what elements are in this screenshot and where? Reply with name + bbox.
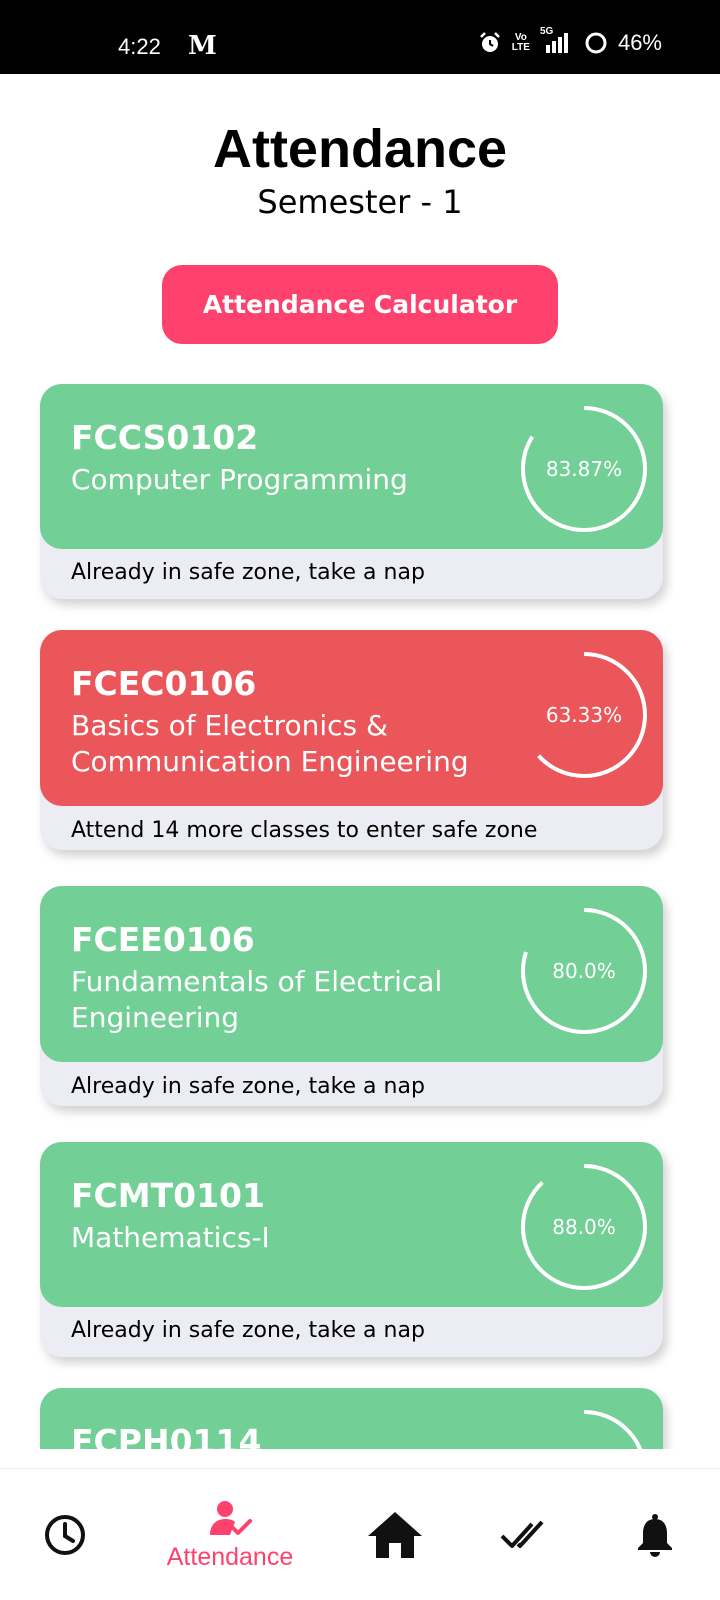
- attendance-percent: 80.0%: [552, 959, 616, 983]
- semester-label: Semester - 1: [257, 183, 463, 221]
- clock-icon: [45, 1515, 85, 1555]
- carrier-m-icon: M: [188, 31, 217, 61]
- battery-ring-icon: [585, 32, 607, 54]
- attendance-calculator-button[interactable]: Attendance Calculator: [162, 265, 558, 344]
- course-card-header: FCPH0114: [40, 1388, 663, 1449]
- volte-icon: Vo LTE: [511, 32, 530, 53]
- nav-notifications[interactable]: [615, 1469, 695, 1600]
- course-card-header: FCMT0101 Mathematics-I 88.0%: [40, 1142, 663, 1307]
- course-name: Mathematics-I: [71, 1221, 270, 1254]
- course-card[interactable]: FCMT0101 Mathematics-I 88.0% Already in …: [40, 1142, 663, 1357]
- course-card-header: FCEC0106 Basics of Electronics & Communi…: [40, 630, 663, 806]
- attendance-progress-ring: 83.87%: [519, 404, 649, 534]
- nav-history[interactable]: [25, 1469, 105, 1600]
- course-code: FCMT0101: [71, 1176, 265, 1215]
- signal-icon: 5G: [540, 27, 574, 55]
- course-name: Computer Programming: [71, 463, 408, 496]
- course-card-header: FCEE0106 Fundamentals of Electrical Engi…: [40, 886, 663, 1062]
- battery-percent: 46%: [617, 30, 662, 55]
- attendance-icon: [210, 1500, 252, 1535]
- double-check-icon: [500, 1520, 544, 1548]
- status-bar: 4:22 M Vo LTE 5G 46%: [0, 0, 720, 74]
- course-code: FCEC0106: [71, 664, 257, 703]
- course-card[interactable]: FCEC0106 Basics of Electronics & Communi…: [40, 630, 663, 850]
- attendance-progress-ring: 88.0%: [519, 1162, 649, 1292]
- course-code: FCPH0114: [71, 1422, 262, 1449]
- nav-marked[interactable]: [485, 1469, 565, 1600]
- nav-home[interactable]: [355, 1469, 435, 1600]
- bell-icon: [638, 1514, 672, 1557]
- zone-message: Already in safe zone, take a nap: [71, 1074, 425, 1099]
- attendance-percent: 88.0%: [552, 1215, 616, 1239]
- nav-attendance-label: Attendance: [166, 1542, 294, 1571]
- bottom-navigation: Attendance: [0, 1468, 720, 1600]
- course-name: Basics of Electronics & Communication En…: [71, 709, 469, 778]
- attendance-progress-ring: 80.0%: [519, 906, 649, 1036]
- home-icon: [368, 1512, 422, 1558]
- course-code: FCEE0106: [71, 920, 255, 959]
- course-name: Fundamentals of Electrical Engineering: [71, 965, 443, 1034]
- status-time: 4:22: [118, 34, 161, 59]
- alarm-icon: [479, 32, 500, 52]
- course-card[interactable]: FCCS0102 Computer Programming 83.87% Alr…: [40, 384, 663, 599]
- course-code: FCCS0102: [71, 418, 259, 457]
- zone-message: Attend 14 more classes to enter safe zon…: [71, 818, 538, 843]
- zone-message: Already in safe zone, take a nap: [71, 560, 425, 585]
- zone-message: Already in safe zone, take a nap: [71, 1318, 425, 1343]
- progress-arc: [521, 1410, 647, 1449]
- course-list[interactable]: FCCS0102 Computer Programming 83.87% Alr…: [0, 372, 720, 1449]
- attendance-percent: 83.87%: [545, 457, 623, 481]
- attendance-percent: 63.33%: [545, 703, 623, 727]
- page-title: Attendance: [212, 119, 508, 179]
- course-card[interactable]: FCEE0106 Fundamentals of Electrical Engi…: [40, 886, 663, 1106]
- status-icons: Vo LTE 5G 46%: [478, 27, 662, 56]
- attendance-progress-ring: [519, 1408, 649, 1449]
- nav-attendance[interactable]: Attendance: [150, 1469, 310, 1600]
- course-card[interactable]: FCPH0114: [40, 1388, 663, 1449]
- attendance-progress-ring: 63.33%: [519, 650, 649, 780]
- course-card-header: FCCS0102 Computer Programming 83.87%: [40, 384, 663, 549]
